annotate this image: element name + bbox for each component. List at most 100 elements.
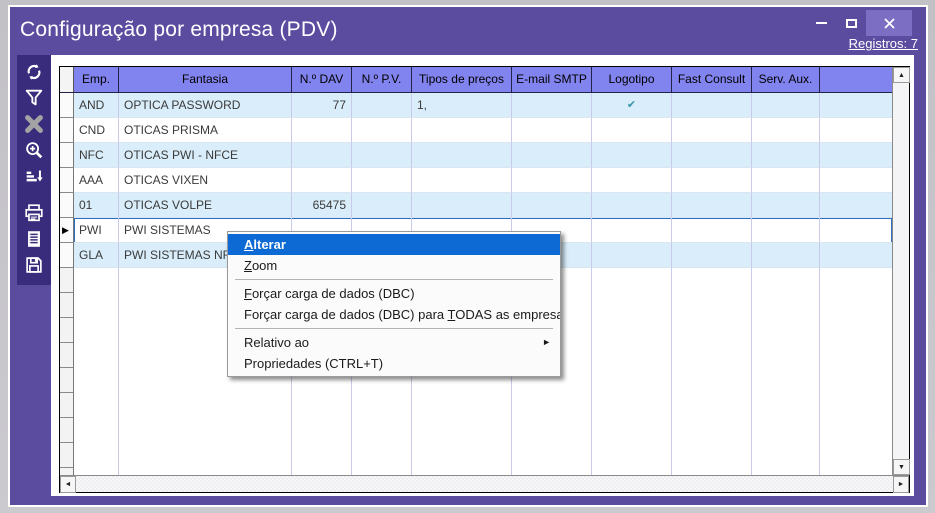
content-area: Emp. Fantasia N.º DAV N.º P.V. Tipos de … [51,55,914,496]
cell-ndav [292,168,352,193]
cell-npv [352,93,412,118]
row-selector-current: ▶ [60,218,74,243]
cell-logotipo [592,143,672,168]
header-ndav[interactable]: N.º DAV [292,67,352,92]
scroll-down-icon: ▼ [898,464,905,471]
header-logotipo[interactable]: Logotipo [592,67,672,92]
cell-npv [352,193,412,218]
table-row[interactable]: AAA OTICAS VIXEN [60,168,892,193]
menu-item-relativo-ao[interactable]: Relativo ao ► [228,332,560,353]
cell-logotipo [592,168,672,193]
menu-separator [235,279,553,280]
scroll-right-button[interactable]: ► [893,476,909,493]
cell-emp: CND [74,118,119,143]
cell-filler [820,193,892,218]
cell-emp: AND [74,93,119,118]
row-selector [60,243,74,268]
selector-column-filler [60,268,74,475]
close-button[interactable] [866,10,912,36]
maximize-icon [846,19,857,28]
cell-fantasia: OPTICA PASSWORD [119,93,292,118]
cell-fast [672,168,752,193]
header-tipos[interactable]: Tipos de preços [412,67,512,92]
report-icon [23,228,45,250]
scroll-left-button[interactable]: ◄ [60,476,76,493]
table-row[interactable]: NFC OTICAS PWI - NFCE [60,143,892,168]
save-button[interactable] [21,253,47,277]
row-selector [60,143,74,168]
cell-npv [352,118,412,143]
cell-fantasia: OTICAS PWI - NFCE [119,143,292,168]
header-npv[interactable]: N.º P.V. [352,67,412,92]
cell-fast [672,193,752,218]
window-title: Configuração por empresa (PDV) [20,18,338,42]
desktop-frame: Configuração por empresa (PDV) Registros… [0,0,935,513]
menu-item-alterar[interactable]: Alterar [228,234,560,255]
cell-fast [672,243,752,268]
scroll-up-icon: ▲ [898,72,905,79]
scroll-up-button[interactable]: ▲ [893,67,910,83]
menu-item-zoom[interactable]: Zoom [228,255,560,276]
vertical-scrollbar[interactable]: ▲ ▼ [892,67,909,475]
header-fast[interactable]: Fast Consult [672,67,752,92]
table-row[interactable]: AND OPTICA PASSWORD 77 1, ✔ [60,93,892,118]
cell-fast [672,118,752,143]
menu-item-forcar-carga[interactable]: Forçar carga de dados (DBC) [228,283,560,304]
app-window: Configuração por empresa (PDV) Registros… [8,5,928,507]
refresh-button[interactable] [21,60,47,84]
minimize-icon [816,22,827,24]
cell-serv [752,193,820,218]
filter-icon [23,87,45,109]
cell-emp: NFC [74,143,119,168]
cell-email [512,168,592,193]
menu-item-forcar-carga-todas[interactable]: Forçar carga de dados (DBC) para TODAS a… [228,304,560,325]
titlebar: Configuração por empresa (PDV) Registros… [10,7,926,55]
cell-filler [820,143,892,168]
header-email[interactable]: E-mail SMTP [512,67,592,92]
minimize-button[interactable] [806,10,836,36]
row-selector [60,168,74,193]
cell-serv [752,118,820,143]
cell-tipos [412,193,512,218]
cell-serv [752,93,820,118]
cell-ndav: 77 [292,93,352,118]
toolbar [17,55,51,496]
cancel-icon [23,113,45,135]
cell-emp: GLA [74,243,119,268]
cell-logotipo [592,243,672,268]
cell-serv [752,143,820,168]
cell-filler [820,93,892,118]
submenu-arrow-icon: ► [542,332,551,353]
header-emp[interactable]: Emp. [74,67,119,92]
report-button[interactable] [21,227,47,251]
zoom-button[interactable] [21,138,47,162]
header-selector [60,67,74,92]
maximize-button[interactable] [836,10,866,36]
registros-link[interactable]: Registros: 7 [849,36,918,51]
grid-header-row: Emp. Fantasia N.º DAV N.º P.V. Tipos de … [60,67,892,93]
print-button[interactable] [21,201,47,225]
current-row-marker-icon: ▶ [62,224,69,236]
cell-filler [820,168,892,193]
table-row[interactable]: CND OTICAS PRISMA [60,118,892,143]
scroll-down-button[interactable]: ▼ [893,459,910,475]
header-serv[interactable]: Serv. Aux. [752,67,820,92]
cancel-filter-button[interactable] [21,112,47,136]
horizontal-scrollbar[interactable]: ◄ ► [60,475,909,492]
cell-email [512,93,592,118]
cell-emp: 01 [74,193,119,218]
filter-button[interactable] [21,86,47,110]
scroll-left-icon: ◄ [65,481,72,488]
close-icon [884,18,895,29]
horizontal-scroll-track[interactable] [76,476,893,492]
cell-fast [672,218,752,243]
cell-serv [752,168,820,193]
menu-item-propriedades[interactable]: Propriedades (CTRL+T) [228,353,560,374]
cell-emp: AAA [74,168,119,193]
sort-button[interactable] [21,164,47,188]
header-fantasia[interactable]: Fantasia [119,67,292,92]
cell-logotipo [592,118,672,143]
table-row[interactable]: 01 OTICAS VOLPE 65475 [60,193,892,218]
cell-fantasia: OTICAS VOLPE [119,193,292,218]
cell-tipos: 1, [412,93,512,118]
